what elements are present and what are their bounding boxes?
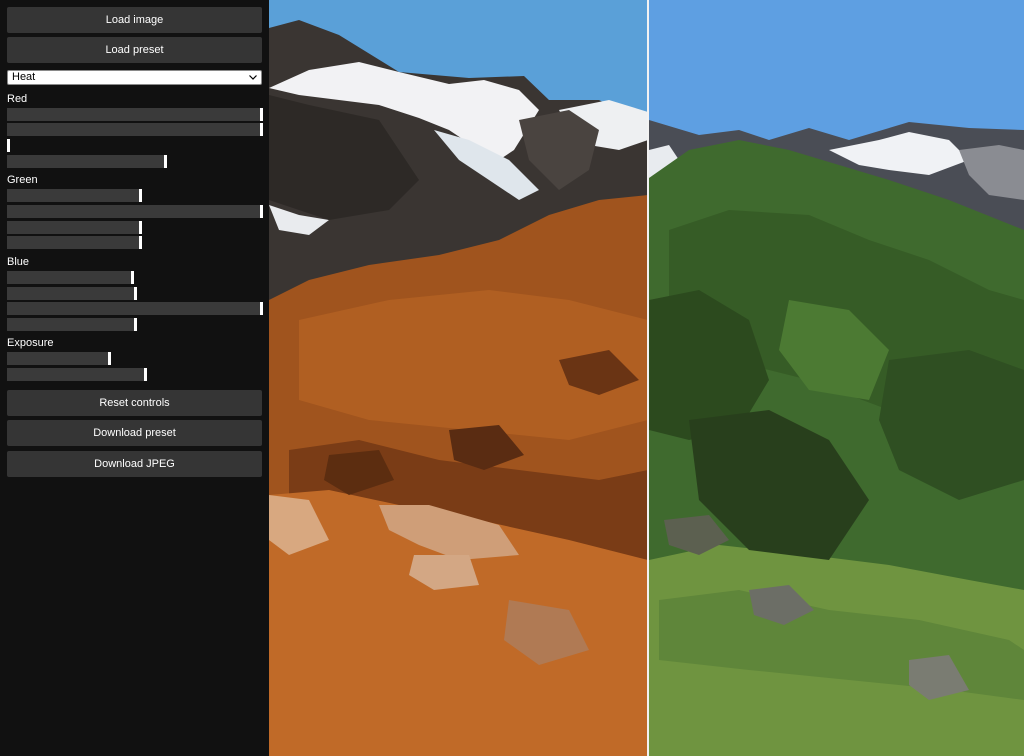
- red-slider-2[interactable]: [7, 123, 263, 136]
- slider-track[interactable]: [7, 205, 261, 218]
- slider-thumb[interactable]: [131, 271, 134, 284]
- image-comparison-viewer: [269, 0, 1024, 756]
- slider-track[interactable]: [7, 123, 261, 136]
- slider-thumb[interactable]: [260, 205, 263, 218]
- slider-track[interactable]: [7, 155, 165, 168]
- slider-thumb[interactable]: [134, 287, 137, 300]
- download-preset-button[interactable]: Download preset: [7, 420, 262, 446]
- chevron-down-icon: [249, 75, 257, 80]
- control-sidebar: Load image Load preset Heat Red Green Bl…: [0, 0, 269, 756]
- blue-slider-3[interactable]: [7, 302, 263, 315]
- red-slider-3[interactable]: [7, 139, 262, 152]
- slider-thumb[interactable]: [144, 368, 147, 381]
- slider-thumb[interactable]: [260, 108, 263, 121]
- green-slider-3[interactable]: [7, 221, 262, 234]
- slider-track[interactable]: [7, 318, 135, 331]
- slider-track[interactable]: [7, 236, 140, 249]
- slider-thumb[interactable]: [164, 155, 167, 168]
- slider-thumb[interactable]: [139, 189, 142, 202]
- green-slider-2[interactable]: [7, 205, 263, 218]
- preset-select-value: Heat: [12, 71, 36, 83]
- red-slider-1[interactable]: [7, 108, 263, 121]
- group-label-blue: Blue: [7, 256, 30, 268]
- blue-slider-4[interactable]: [7, 318, 262, 331]
- slider-thumb[interactable]: [134, 318, 137, 331]
- exposure-slider-1[interactable]: [7, 352, 262, 365]
- preset-select[interactable]: Heat: [7, 70, 262, 85]
- slider-thumb[interactable]: [7, 139, 10, 152]
- slider-thumb[interactable]: [139, 221, 142, 234]
- slider-track[interactable]: [7, 108, 261, 121]
- exposure-slider-2[interactable]: [7, 368, 262, 381]
- slider-track[interactable]: [7, 302, 261, 315]
- slider-thumb[interactable]: [139, 236, 142, 249]
- reset-controls-button[interactable]: Reset controls: [7, 390, 262, 416]
- slider-track[interactable]: [7, 352, 109, 365]
- group-label-red: Red: [7, 93, 28, 105]
- blue-slider-2[interactable]: [7, 287, 262, 300]
- group-label-exposure: Exposure: [7, 337, 54, 349]
- slider-track[interactable]: [7, 287, 135, 300]
- green-slider-1[interactable]: [7, 189, 262, 202]
- red-slider-4[interactable]: [7, 155, 262, 168]
- group-label-green: Green: [7, 174, 38, 186]
- original-image-half: [649, 0, 1024, 756]
- comparison-divider[interactable]: [647, 0, 649, 756]
- blue-slider-1[interactable]: [7, 271, 262, 284]
- slider-thumb[interactable]: [108, 352, 111, 365]
- filtered-image-half: [269, 0, 648, 756]
- slider-thumb[interactable]: [260, 123, 263, 136]
- load-image-button[interactable]: Load image: [7, 7, 262, 33]
- slider-track[interactable]: [7, 368, 145, 381]
- load-preset-button[interactable]: Load preset: [7, 37, 262, 63]
- green-slider-4[interactable]: [7, 236, 262, 249]
- slider-track[interactable]: [7, 189, 140, 202]
- slider-track[interactable]: [7, 221, 140, 234]
- slider-track[interactable]: [7, 271, 132, 284]
- download-jpeg-button[interactable]: Download JPEG: [7, 451, 262, 477]
- slider-thumb[interactable]: [260, 302, 263, 315]
